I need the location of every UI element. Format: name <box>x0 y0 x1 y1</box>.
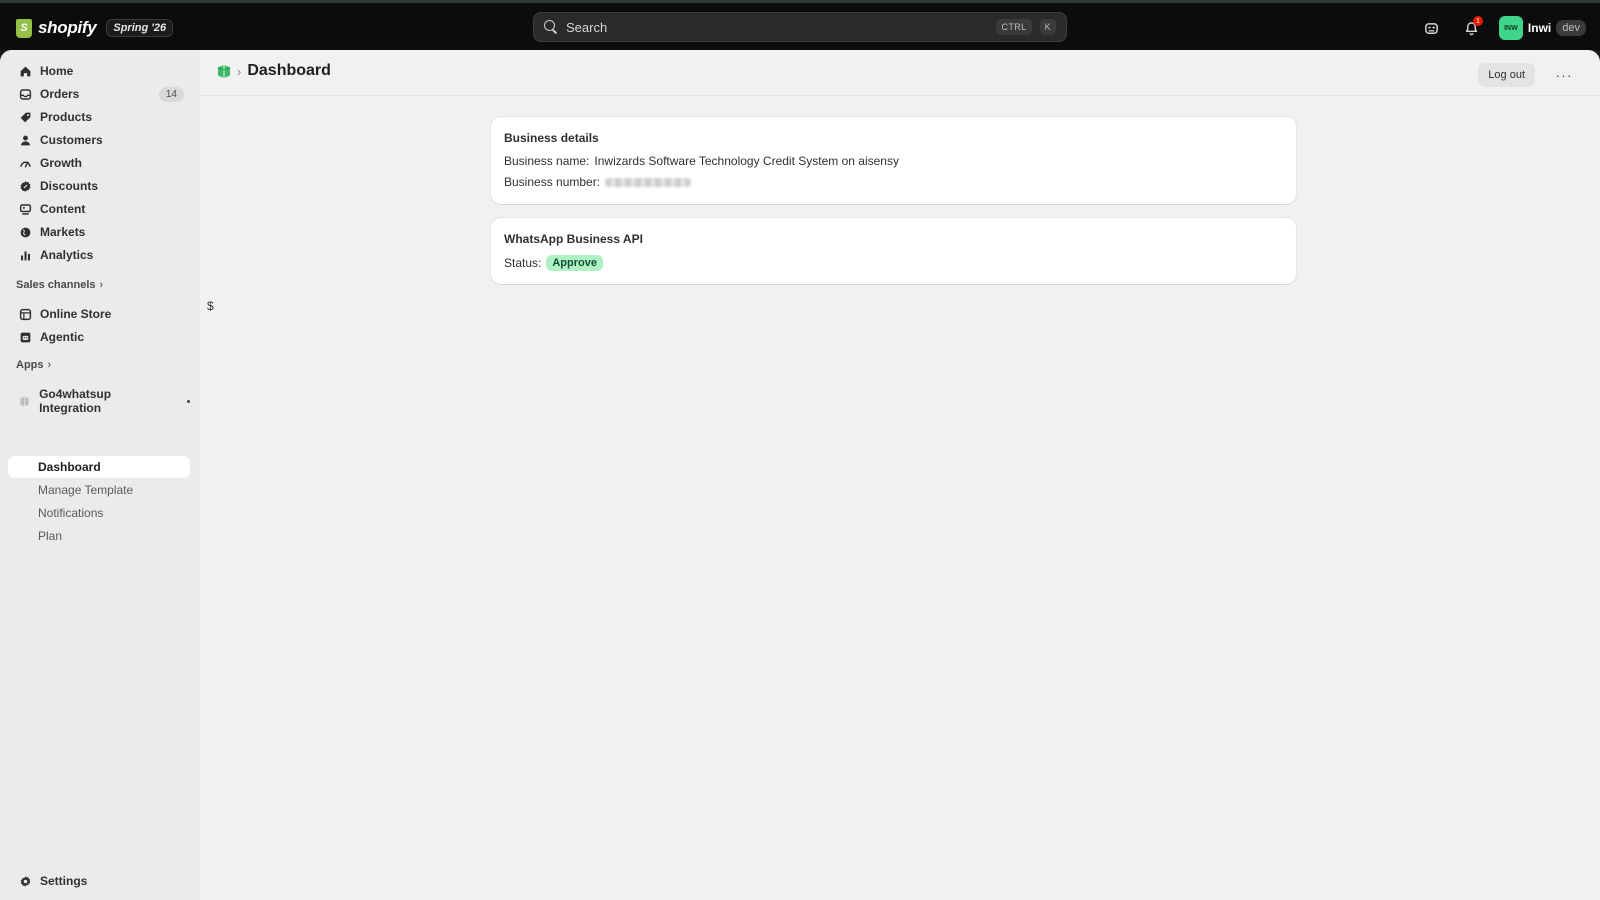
business-number-label: Business number: <box>504 175 601 189</box>
sidebar-item-label: Home <box>40 64 74 78</box>
sidebar-item-growth[interactable]: Growth <box>8 152 190 174</box>
globe-icon <box>18 225 32 239</box>
sidebar-item-label: Discounts <box>40 179 99 193</box>
sidebar-item-markets[interactable]: Markets <box>8 221 190 243</box>
business-number-row: Business number: <box>504 175 1283 189</box>
sidebar-item-content[interactable]: Content <box>8 198 190 220</box>
sidebar-item-label: Online Store <box>40 307 112 321</box>
content-icon <box>18 202 32 216</box>
page-header: › Dashboard Log out ··· <box>200 50 1600 96</box>
sidebar-item-settings[interactable]: Settings <box>8 870 190 892</box>
admin-frame: Home Orders 14 Products Customers Growth… <box>0 50 1600 900</box>
shortcut-k: K <box>1039 19 1056 35</box>
search-placeholder: Search <box>566 19 608 35</box>
whatsapp-api-title: WhatsApp Business API <box>504 232 643 246</box>
status-label: Status: <box>504 256 542 270</box>
gear-icon <box>18 874 32 888</box>
inbox-icon <box>18 87 32 101</box>
search-icon <box>544 20 558 34</box>
store-tag: dev <box>1556 20 1586 36</box>
sidebar-item-label: Products <box>40 110 93 124</box>
brand-name: shopify <box>38 18 97 37</box>
sidebar-item-agentic[interactable]: Agentic <box>8 326 190 348</box>
sidebar-item-label: Orders <box>40 87 80 101</box>
person-icon <box>18 133 32 147</box>
ellipsis-icon: ··· <box>1555 67 1573 83</box>
sidebar-item-analytics[interactable]: Analytics <box>8 244 190 266</box>
sidekick-button[interactable] <box>1419 15 1445 41</box>
sidebar-item-discounts[interactable]: Discounts <box>8 175 190 197</box>
more-actions-button[interactable]: ··· <box>1552 63 1576 87</box>
gauge-icon <box>18 156 32 170</box>
user-menu[interactable]: INW Inwi dev <box>1498 16 1586 40</box>
breadcrumb-separator: › <box>237 63 242 79</box>
sidebar-item-online-store[interactable]: Online Store <box>8 303 190 325</box>
sidebar-item-orders[interactable]: Orders 14 <box>8 83 190 105</box>
sidebar: Home Orders 14 Products Customers Growth… <box>0 50 200 900</box>
avatar: INW <box>1498 16 1523 40</box>
topbar-actions: 1 INW Inwi dev <box>1419 13 1586 43</box>
business-details-card: Business details Business name: Inwizard… <box>491 117 1296 204</box>
sidebar-item-label: Go4whatsup Integration <box>39 387 112 415</box>
status-badge: Approve <box>546 255 603 271</box>
business-number-redacted <box>605 177 692 187</box>
sidebar-item-customers[interactable]: Customers <box>8 129 190 151</box>
search-bar[interactable]: Search CTRL K <box>533 12 1067 42</box>
breadcrumb: › Dashboard <box>217 62 331 80</box>
sidebar-subitem-manage-template[interactable]: Manage Template <box>8 479 190 501</box>
home-icon <box>18 64 32 78</box>
sidebar-item-label: Customers <box>40 133 103 147</box>
notifications-button[interactable]: 1 <box>1459 15 1485 41</box>
agentic-icon <box>18 330 32 344</box>
shortcut-ctrl: CTRL <box>996 19 1032 35</box>
sidebar-item-label: Agentic <box>40 330 85 344</box>
sidebar-subitem-plan[interactable]: Plan <box>8 525 190 547</box>
logout-button[interactable]: Log out <box>1478 63 1535 87</box>
orders-count-badge: 14 <box>158 86 184 102</box>
shopify-bag-icon: S <box>16 18 32 38</box>
sales-channels-heading[interactable]: Sales channels › <box>16 279 103 291</box>
business-name-row: Business name: Inwizards Software Techno… <box>504 154 1283 168</box>
top-bar: S shopify Spring '26 Search CTRL K 1 INW <box>0 0 1600 50</box>
bar-chart-icon <box>18 248 32 262</box>
sidebar-item-products[interactable]: Products <box>8 106 190 128</box>
business-name-value: Inwizards Software Technology Credit Sys… <box>594 154 899 168</box>
edition-badge[interactable]: Spring '26 <box>106 19 174 37</box>
business-name-label: Business name: <box>504 154 590 168</box>
main-content: › Dashboard Log out ··· Business details… <box>200 50 1600 900</box>
shopify-logo[interactable]: S shopify Spring '26 <box>16 16 174 40</box>
user-name: Inwi <box>1527 21 1552 35</box>
status-row: Status: Approve <box>504 255 1283 271</box>
page-title: Dashboard <box>247 62 331 79</box>
discount-icon <box>18 179 32 193</box>
sales-channels-label: Sales channels <box>16 279 96 291</box>
app-icon <box>18 394 31 408</box>
stray-text: $ <box>207 299 214 313</box>
sidebar-subitem-notifications[interactable]: Notifications <box>8 502 190 524</box>
sidebar-item-label: Growth <box>40 156 82 170</box>
notification-count-badge: 1 <box>1472 16 1483 26</box>
app-logo-icon[interactable] <box>217 64 231 79</box>
business-details-title: Business details <box>504 131 599 145</box>
apps-label: Apps <box>16 359 44 371</box>
tag-icon <box>18 110 32 124</box>
chevron-right-icon: › <box>99 279 104 291</box>
sidebar-item-go4whatsup[interactable]: Go4whatsup Integration <box>8 387 190 415</box>
store-icon <box>18 307 32 321</box>
sidebar-item-home[interactable]: Home <box>8 60 190 82</box>
sidebar-item-label: Content <box>40 202 86 216</box>
pin-dot-icon <box>187 399 190 403</box>
chevron-right-icon: › <box>47 359 52 371</box>
sidekick-icon <box>1425 22 1439 34</box>
whatsapp-api-card: WhatsApp Business API Status: Approve <box>491 218 1296 284</box>
sidebar-item-label: Analytics <box>40 248 94 262</box>
sidebar-subitem-dashboard[interactable]: Dashboard <box>8 456 190 478</box>
apps-heading[interactable]: Apps › <box>16 359 51 371</box>
sidebar-item-label: Settings <box>40 874 88 888</box>
sidebar-item-label: Markets <box>40 225 86 239</box>
